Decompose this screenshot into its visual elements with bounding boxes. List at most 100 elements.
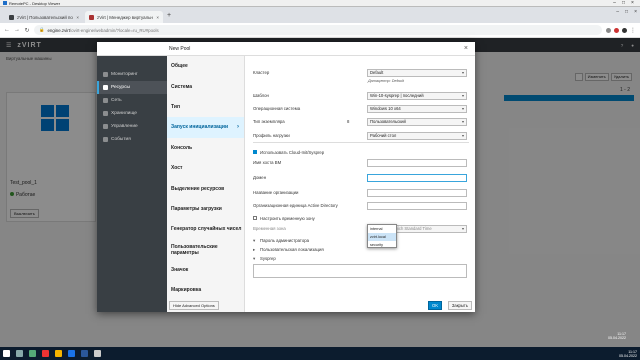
chevron-right-icon[interactable]: ▸ [253,247,255,253]
section-general[interactable]: Общее [167,56,244,76]
divider [253,142,469,143]
domain-input[interactable] [367,174,467,182]
lock-icon: 🔒 [39,27,45,32]
organization-row: Название организации [253,189,469,198]
reload-icon[interactable]: ↻ [24,27,30,34]
domain-row: Домен [253,174,469,183]
search-icon[interactable] [16,350,23,357]
app-icon[interactable] [94,350,101,357]
explorer-icon[interactable] [55,350,62,357]
cloudinit-checkbox[interactable] [253,150,257,154]
ok-button[interactable]: OK [427,301,442,310]
timezone-row: Временная зона (GMT) Greenwich Standard … [253,225,469,234]
cluster-select[interactable]: Default [367,69,467,77]
chrome-icon[interactable] [68,350,75,357]
dashboard-icon [103,72,108,77]
start-icon[interactable] [3,350,10,357]
tab-user-portal[interactable]: zVirt | Пользовательский портал × [5,11,83,23]
maximize-icon[interactable]: □ [625,9,628,15]
zvirt-favicon [9,14,14,20]
profile-select[interactable]: Рабочий стол [367,132,467,140]
network-icon [103,98,108,103]
instance-type-select[interactable]: Пользовательский [367,118,467,126]
timezone-checkbox[interactable] [253,216,257,220]
extension-icon[interactable] [606,27,611,33]
section-rng[interactable]: Генератор случайных чисел [167,219,244,239]
os-select[interactable]: Windows 10 x64 [367,105,467,113]
desktop-icon [103,85,108,90]
nav-item-resources[interactable]: Ресурсы [97,81,167,94]
nav-item-events[interactable]: События [97,133,167,146]
advanced-options-button[interactable]: Hide Advanced Options [169,301,219,310]
organization-input[interactable] [367,189,467,197]
admin-password-label[interactable]: Пароль администратора [260,238,309,243]
section-icon[interactable]: Значок [167,260,244,280]
system-clock[interactable]: 11:17 05.04.2022 [619,350,637,358]
section-custom-properties[interactable]: Пользовательские параметры [167,240,244,260]
close-icon[interactable]: × [464,45,468,52]
tab-close-icon[interactable]: × [76,15,79,20]
url-path: /ovirt-engine/webadmin/?locale=ru_RU#poo… [69,27,159,33]
address-bar[interactable]: 🔒 engine.zvirt/ovirt-engine/webadmin/?lo… [34,25,602,35]
cluster-label: Кластер [253,70,270,75]
domain-option[interactable]: internal [368,225,396,233]
address-row: ← → ↻ 🔒 engine.zvirt/ovirt-engine/webadm… [0,23,640,38]
browser-window: zVirt | Пользовательский портал × zVirt … [0,7,640,38]
word-icon[interactable] [81,350,88,357]
nav-item-admin[interactable]: Управление [97,120,167,133]
menu-icon[interactable]: ⋮ [630,27,636,34]
section-boot-options[interactable]: Параметры загрузки [167,199,244,219]
domain-option[interactable]: zvirt.local [368,233,396,241]
cancel-button[interactable]: Закрыть [447,301,472,310]
minimize-icon[interactable]: – [616,9,619,15]
minimize-icon[interactable]: – [610,0,619,6]
timezone-label: Временная зона [253,226,286,231]
section-host[interactable]: Хост [167,158,244,178]
nav-item-monitoring[interactable]: Мониторинг [97,68,167,81]
instance-type-label: Тип экземпляра [253,119,285,124]
taskview-icon[interactable] [29,350,36,357]
close-icon[interactable]: × [628,0,637,6]
ou-input[interactable] [367,202,467,210]
nav-item-storage[interactable]: Хранилище [97,107,167,120]
section-initial-run[interactable]: Запуск инициализации [167,117,244,138]
forward-icon[interactable]: → [14,27,20,33]
template-select[interactable]: Win-10-sysprep | последний [367,92,467,100]
profile-icon[interactable] [622,27,627,33]
storage-icon [103,111,108,116]
toolbar-icons: ⋮ [606,27,636,34]
nav-item-network[interactable]: Сеть [97,94,167,107]
section-type[interactable]: Тип [167,97,244,117]
sysprep-label[interactable]: Sysprep [260,256,276,261]
url-host: engine.zvirt [47,27,70,33]
browser-window-controls: – □ × [616,9,637,15]
vm-hostname-input[interactable] [367,159,467,167]
tab-admin-portal[interactable]: zVirt | Менеджер виртуальны... × [85,11,163,23]
domain-dropdown[interactable]: internal zvirt.local security [367,224,397,248]
taskbar: 11:17 05.04.2022 [0,347,640,360]
domain-option[interactable]: security [368,241,396,249]
extension-icon[interactable] [614,27,619,33]
os-row: Операционная система Windows 10 x64 [253,105,469,114]
section-console[interactable]: Консоль [167,138,244,158]
section-affinity[interactable]: Маркировка [167,280,244,300]
close-icon[interactable]: × [634,9,637,15]
section-resource-allocation[interactable]: Выделение ресурсов [167,178,244,198]
custom-locale-label[interactable]: Пользовательская локализация [260,247,324,252]
dialog-footer: Hide Advanced Options OK Закрыть [167,299,475,312]
maximize-icon[interactable]: □ [619,0,628,6]
tab-close-icon[interactable]: × [156,15,159,20]
profile-row: Профиль нагрузки Рабочий стол [253,132,469,141]
dialog-sections: Общее Система Тип Запуск инициализации К… [167,56,245,312]
chevron-down-icon[interactable]: ▾ [253,238,255,244]
back-icon[interactable]: ← [4,27,10,33]
sysprep-textarea[interactable] [253,264,467,278]
ou-row: Организационная единица Active Directory [253,202,469,211]
organization-label: Название организации [253,190,299,195]
new-tab-icon[interactable]: + [167,12,171,19]
domain-label: Домен [253,175,267,180]
cluster-row: Кластер Default Датацентр: Default [253,69,469,83]
chevron-down-icon[interactable]: ▾ [253,256,255,262]
app-icon[interactable] [42,350,49,357]
section-system[interactable]: Система [167,76,244,96]
